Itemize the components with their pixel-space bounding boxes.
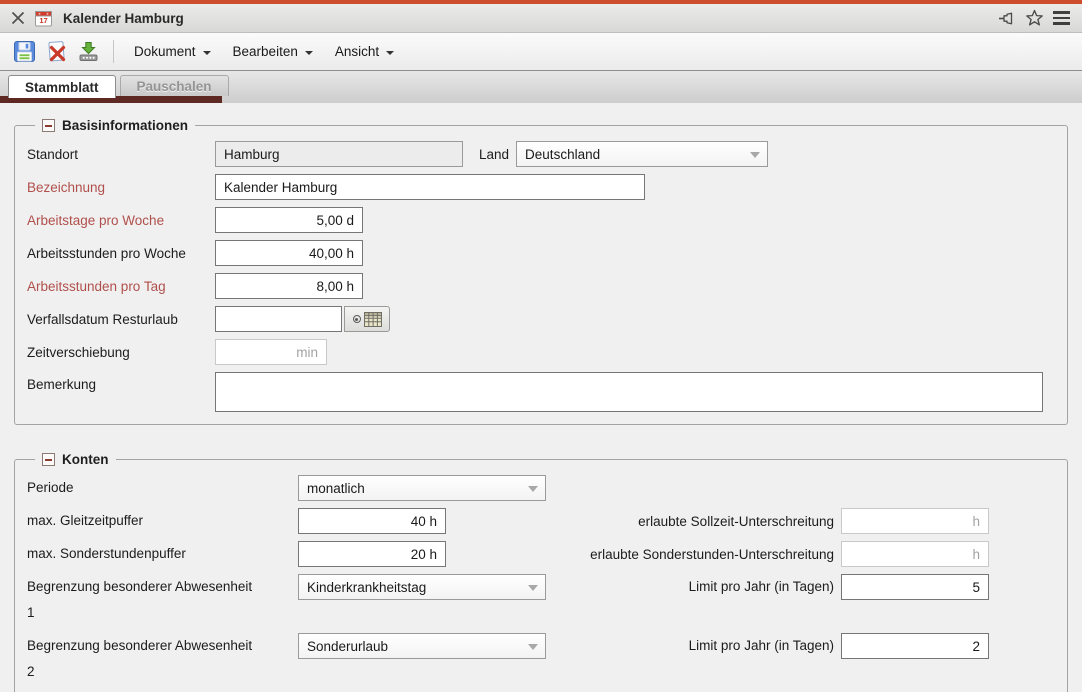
- row-arbeitstage: Arbeitstage pro Woche: [27, 207, 1055, 233]
- land-label: Land: [479, 147, 509, 162]
- begrenzung-1-selected-value: Kinderkrankheitstag: [307, 580, 426, 595]
- periode-selected-value: monatlich: [307, 481, 365, 496]
- row-periode: Periode monatlich: [27, 475, 1055, 501]
- sonderstunden-unterschreitung-input[interactable]: [841, 541, 989, 567]
- row-zeitverschiebung: Zeitverschiebung: [27, 339, 1055, 365]
- row-verfallsdatum: Verfallsdatum Resturlaub: [27, 306, 1055, 332]
- toolbar: Dokument Bearbeiten Ansicht: [0, 33, 1082, 71]
- chevron-down-icon: [203, 51, 211, 55]
- menu-bearbeiten-label: Bearbeiten: [233, 44, 298, 59]
- collapse-minus-icon[interactable]: [42, 119, 55, 132]
- tab-pauschalen[interactable]: Pauschalen: [120, 75, 229, 96]
- dropdown-arrow-icon: [528, 644, 538, 650]
- row-sonderstundenpuffer: max. Sonderstundenpuffer erlaubte Sonder…: [27, 541, 1055, 567]
- sonderstunden-unterschreitung-label: erlaubte Sonderstunden-Unterschreitung: [446, 547, 841, 562]
- toolbar-separator: [113, 40, 114, 63]
- radio-dot-icon: [353, 315, 361, 323]
- section-basisinformationen: Basisinformationen Standort Land Deutsch…: [14, 118, 1068, 425]
- titlebar: 17 Kalender Hamburg: [0, 4, 1082, 33]
- row-gleitzeitpuffer: max. Gleitzeitpuffer erlaubte Sollzeit-U…: [27, 508, 1055, 534]
- zeitverschiebung-label: Zeitverschiebung: [27, 345, 215, 360]
- verfallsdatum-label: Verfallsdatum Resturlaub: [27, 312, 215, 327]
- menu-dokument-label: Dokument: [134, 44, 196, 59]
- chevron-down-icon: [386, 51, 394, 55]
- arbeitsstunden-woche-label: Arbeitsstunden pro Woche: [27, 246, 215, 261]
- calendar-icon: 17: [35, 10, 52, 27]
- calendar-grid-icon: [364, 312, 382, 327]
- row-arbeitsstunden-tag: Arbeitsstunden pro Tag: [27, 273, 1055, 299]
- limit-1-input[interactable]: [841, 574, 989, 600]
- sollzeit-unterschreitung-label: erlaubte Sollzeit-Unterschreitung: [446, 514, 841, 529]
- window-title: Kalender Hamburg: [63, 11, 184, 26]
- import-button[interactable]: [72, 37, 104, 67]
- tab-stammblatt[interactable]: Stammblatt: [8, 75, 116, 98]
- menu-dokument[interactable]: Dokument: [123, 38, 222, 65]
- arbeitstage-input[interactable]: [215, 207, 363, 233]
- section-konten: Konten Periode monatlich max. Gleitzeitp…: [14, 452, 1068, 692]
- hamburger-menu-icon[interactable]: [1053, 11, 1070, 25]
- menu-ansicht-label: Ansicht: [335, 44, 379, 59]
- sonderstundenpuffer-label: max. Sonderstundenpuffer: [27, 541, 298, 567]
- row-standort: Standort Land Deutschland: [27, 141, 1055, 167]
- dropdown-arrow-icon: [528, 486, 538, 492]
- arbeitsstunden-tag-input[interactable]: [215, 273, 363, 299]
- section-title: Konten: [62, 452, 109, 467]
- land-selected-value: Deutschland: [525, 147, 600, 162]
- star-icon[interactable]: [1025, 9, 1044, 27]
- tab-strip: Stammblatt Pauschalen: [0, 71, 1082, 103]
- arbeitsstunden-woche-input[interactable]: [215, 240, 363, 266]
- row-arbeitsstunden-woche: Arbeitsstunden pro Woche: [27, 240, 1055, 266]
- row-bezeichnung: Bezeichnung: [27, 174, 1055, 200]
- date-picker-button[interactable]: [344, 306, 390, 332]
- sonderstundenpuffer-input[interactable]: [298, 541, 446, 567]
- discard-button[interactable]: [40, 37, 72, 67]
- arbeitsstunden-tag-label: Arbeitsstunden pro Tag: [27, 279, 215, 294]
- row-begrenzung-2: Begrenzung besonderer Abwesenheit2 Sonde…: [27, 633, 1055, 685]
- save-button[interactable]: [8, 37, 40, 67]
- bezeichnung-label: Bezeichnung: [27, 180, 215, 195]
- content: Basisinformationen Standort Land Deutsch…: [0, 103, 1082, 692]
- bemerkung-textarea[interactable]: [215, 372, 1043, 412]
- limit-2-input[interactable]: [841, 633, 989, 659]
- row-begrenzung-1: Begrenzung besonderer Abwesenheit1 Kinde…: [27, 574, 1055, 626]
- pin-icon[interactable]: [997, 10, 1016, 27]
- arbeitstage-label: Arbeitstage pro Woche: [27, 213, 215, 228]
- periode-dropdown[interactable]: monatlich: [298, 475, 546, 501]
- gleitzeitpuffer-input[interactable]: [298, 508, 446, 534]
- begrenzung-2-label: Begrenzung besonderer Abwesenheit2: [27, 633, 298, 685]
- gleitzeitpuffer-label: max. Gleitzeitpuffer: [27, 508, 298, 534]
- land-dropdown[interactable]: Deutschland: [516, 141, 768, 167]
- begrenzung-2-selected-value: Sonderurlaub: [307, 639, 388, 654]
- bemerkung-label: Bemerkung: [27, 377, 215, 392]
- collapse-minus-icon[interactable]: [42, 453, 55, 466]
- close-icon[interactable]: [10, 10, 26, 26]
- begrenzung-2-dropdown[interactable]: Sonderurlaub: [298, 633, 546, 659]
- sollzeit-unterschreitung-input[interactable]: [841, 508, 989, 534]
- dropdown-arrow-icon: [528, 585, 538, 591]
- limit-2-label: Limit pro Jahr (in Tagen): [546, 633, 841, 659]
- verfallsdatum-input[interactable]: [215, 306, 342, 332]
- standort-input[interactable]: [215, 141, 463, 167]
- menu-bearbeiten[interactable]: Bearbeiten: [222, 38, 324, 65]
- periode-label: Periode: [27, 475, 298, 501]
- zeitverschiebung-input[interactable]: [215, 339, 327, 365]
- calendar-icon-day: 17: [39, 16, 47, 25]
- section-title: Basisinformationen: [62, 118, 188, 133]
- chevron-down-icon: [305, 51, 313, 55]
- standort-label: Standort: [27, 147, 215, 162]
- menu-ansicht[interactable]: Ansicht: [324, 38, 405, 65]
- row-bemerkung: Bemerkung: [27, 372, 1055, 412]
- bezeichnung-input[interactable]: [215, 174, 645, 200]
- begrenzung-1-dropdown[interactable]: Kinderkrankheitstag: [298, 574, 546, 600]
- begrenzung-1-label: Begrenzung besonderer Abwesenheit1: [27, 574, 298, 626]
- dropdown-arrow-icon: [750, 152, 760, 158]
- limit-1-label: Limit pro Jahr (in Tagen): [546, 574, 841, 600]
